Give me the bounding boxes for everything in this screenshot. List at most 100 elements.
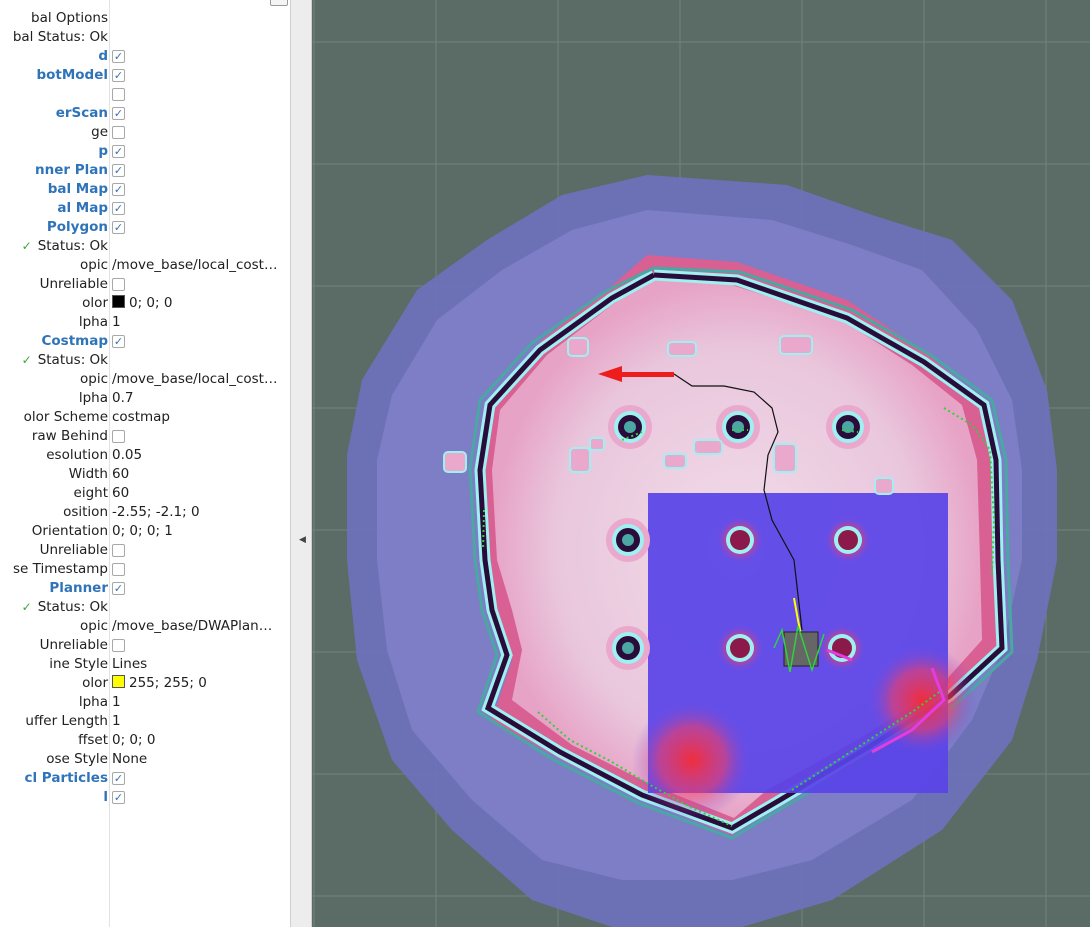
row-checkbox[interactable]: ✓	[112, 791, 125, 804]
row-name-text: uffer Length	[25, 712, 108, 731]
property-row[interactable]: lpha 1	[0, 693, 290, 712]
property-row[interactable]: opic/move_base/DWAPlan…	[0, 617, 290, 636]
row-value[interactable]: -2.55; -2.1; 0	[112, 503, 200, 522]
row-checkbox[interactable]: ✓	[112, 183, 125, 196]
status-row[interactable]: ✓ Status: Ok	[0, 237, 290, 256]
property-row[interactable]: lpha 1	[0, 313, 290, 332]
display-row[interactable]: botModel ✓	[0, 66, 290, 85]
row-value[interactable]: 0.05	[112, 446, 142, 465]
row-value[interactable]: 0.7	[112, 389, 133, 408]
row-checkbox[interactable]: ✓	[112, 69, 125, 82]
color-swatch[interactable]	[112, 675, 125, 688]
row-checkbox[interactable]	[112, 430, 125, 443]
3d-viewport[interactable]	[312, 0, 1090, 927]
row-label: Status: Ok	[37, 599, 108, 615]
row-checkbox[interactable]: ✓	[112, 582, 125, 595]
row-checkbox[interactable]	[112, 278, 125, 291]
row-value[interactable]: costmap	[112, 408, 170, 427]
display-row[interactable]: cl Particles ✓	[0, 769, 290, 788]
row-checkbox[interactable]	[112, 88, 125, 101]
property-row[interactable]: olor 0; 0; 0	[0, 294, 290, 313]
property-row[interactable]: ge	[0, 123, 290, 142]
property-row[interactable]: opic/move_base/local_cost…	[0, 256, 290, 275]
row-label: se Timestamp	[13, 561, 108, 577]
property-row[interactable]: se Timestamp	[0, 560, 290, 579]
status-row[interactable]: ✓ Status: Ok	[0, 351, 290, 370]
row-value[interactable]: 60	[112, 484, 129, 503]
row-value[interactable]: 255; 255; 0	[112, 674, 207, 693]
property-row[interactable]: Unreliable	[0, 636, 290, 655]
row-value[interactable]: 1	[112, 313, 121, 332]
row-value[interactable]: None	[112, 750, 147, 769]
property-row[interactable]: olor Scheme costmap	[0, 408, 290, 427]
row-value[interactable]: /move_base/local_cost…	[112, 370, 277, 389]
color-swatch[interactable]	[112, 295, 125, 308]
row-label: erScan	[55, 105, 108, 121]
row-value[interactable]: /move_base/DWAPlan…	[112, 617, 272, 636]
row-checkbox[interactable]: ✓	[112, 145, 125, 158]
row-name-text: d	[98, 47, 108, 66]
row-checkbox[interactable]: ✓	[112, 221, 125, 234]
row-checkbox[interactable]: ✓	[112, 202, 125, 215]
property-row[interactable]: Width 60	[0, 465, 290, 484]
row-checkbox[interactable]	[112, 544, 125, 557]
display-row[interactable]: Planner ✓	[0, 579, 290, 598]
panel-splitter[interactable]: ◀	[290, 0, 312, 927]
row-checkbox[interactable]: ✓	[112, 772, 125, 785]
row-label: Planner	[49, 580, 108, 596]
row-checkbox[interactable]: ✓	[112, 335, 125, 348]
property-row[interactable]: osition -2.55; -2.1; 0	[0, 503, 290, 522]
row-label: opic	[79, 618, 108, 634]
row-value-text: 0; 0; 0; 1	[112, 523, 173, 539]
row-name-text: l	[103, 788, 108, 807]
property-row[interactable]: eight 60	[0, 484, 290, 503]
row-name-text: olor	[82, 294, 108, 313]
display-row[interactable]: Polygon ✓	[0, 218, 290, 237]
display-row[interactable]: d ✓	[0, 47, 290, 66]
property-row[interactable]: ffset 0; 0; 0	[0, 731, 290, 750]
row-checkbox[interactable]: ✓	[112, 50, 125, 63]
property-row[interactable]: ose Style None	[0, 750, 290, 769]
property-row[interactable]: Orientation 0; 0; 0; 1	[0, 522, 290, 541]
display-row[interactable]: l ✓	[0, 788, 290, 807]
property-row[interactable]: uffer Length 1	[0, 712, 290, 731]
display-row[interactable]: p ✓	[0, 142, 290, 161]
property-row[interactable]: bal Options	[0, 9, 290, 28]
row-value[interactable]: /move_base/local_cost…	[112, 256, 277, 275]
row-label: cl Particles	[24, 770, 108, 786]
display-row[interactable]	[0, 85, 290, 104]
display-property-tree[interactable]: bal Options bal Status: Ok d ✓ botModel ✓ erSc…	[0, 9, 290, 807]
row-value[interactable]: 1	[112, 693, 121, 712]
display-row[interactable]: Costmap ✓	[0, 332, 290, 351]
row-checkbox[interactable]	[112, 639, 125, 652]
row-checkbox[interactable]	[112, 563, 125, 576]
property-row[interactable]: opic/move_base/local_cost…	[0, 370, 290, 389]
row-value[interactable]: Lines	[112, 655, 147, 674]
row-value[interactable]: 0; 0; 0	[112, 294, 172, 313]
triangle-left-icon[interactable]: ◀	[299, 535, 306, 545]
property-row[interactable]: esolution 0.05	[0, 446, 290, 465]
row-value[interactable]: 1	[112, 712, 121, 731]
row-value[interactable]: 60	[112, 465, 129, 484]
row-label: opic	[79, 257, 108, 273]
display-row[interactable]: nner Plan ✓	[0, 161, 290, 180]
display-row[interactable]: erScan ✓	[0, 104, 290, 123]
row-value[interactable]: 0; 0; 0	[112, 731, 155, 750]
row-name-text: Unreliable	[40, 275, 108, 294]
property-row[interactable]: olor 255; 255; 0	[0, 674, 290, 693]
row-label: bal Options	[31, 10, 108, 26]
property-row[interactable]: ine Style Lines	[0, 655, 290, 674]
row-checkbox[interactable]	[112, 126, 125, 139]
row-value[interactable]: 0; 0; 0; 1	[112, 522, 173, 541]
display-row[interactable]: bal Map ✓	[0, 180, 290, 199]
property-row[interactable]: lpha 0.7	[0, 389, 290, 408]
row-checkbox[interactable]: ✓	[112, 164, 125, 177]
panel-float-button[interactable]	[270, 0, 288, 6]
display-row[interactable]: al Map ✓	[0, 199, 290, 218]
property-row[interactable]: raw Behind	[0, 427, 290, 446]
property-row[interactable]: Unreliable	[0, 275, 290, 294]
property-row[interactable]: Unreliable	[0, 541, 290, 560]
status-row[interactable]: ✓ Status: Ok	[0, 598, 290, 617]
property-row[interactable]: bal Status: Ok	[0, 28, 290, 47]
row-checkbox[interactable]: ✓	[112, 107, 125, 120]
